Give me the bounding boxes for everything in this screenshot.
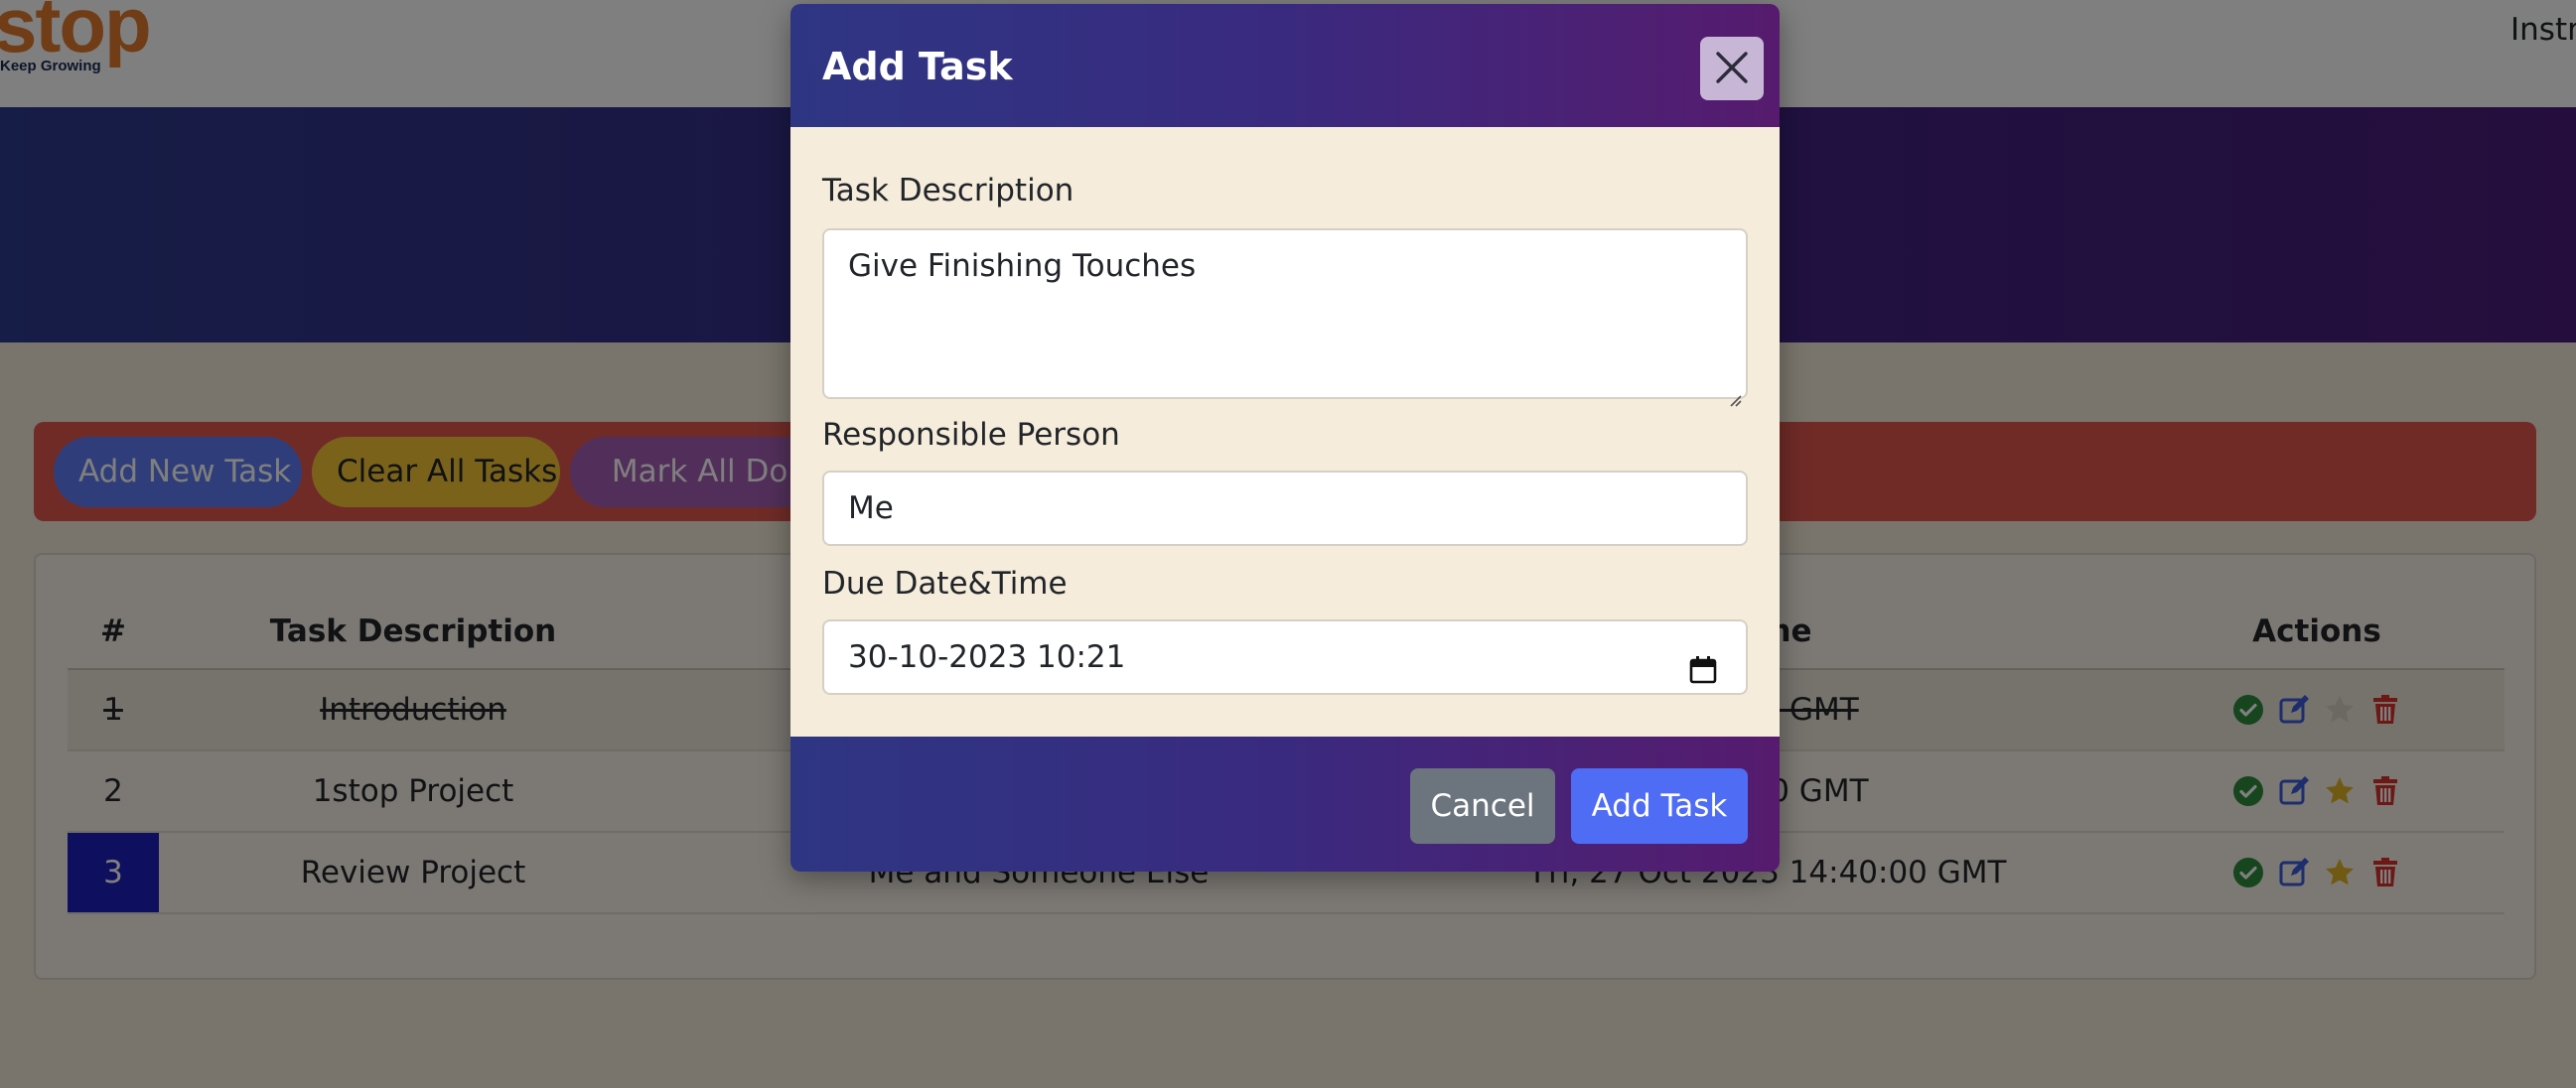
calendar-icon[interactable] xyxy=(1686,641,1720,684)
modal-body: Task Description Give Finishing Touches … xyxy=(790,127,1780,737)
modal-footer: Cancel Add Task xyxy=(790,737,1780,872)
cancel-button[interactable]: Cancel xyxy=(1410,768,1555,844)
task-description-textarea[interactable]: Give Finishing Touches xyxy=(822,228,1748,407)
responsible-person-label: Responsible Person xyxy=(822,417,1120,453)
task-description-value: Give Finishing Touches xyxy=(848,248,1197,284)
due-datetime-input[interactable]: 30-10-2023 10:21 xyxy=(822,619,1748,695)
resize-grip-icon[interactable] xyxy=(1728,379,1742,407)
add-task-submit-button[interactable]: Add Task xyxy=(1571,768,1748,844)
responsible-person-input[interactable]: Me xyxy=(822,471,1748,546)
due-date-label: Due Date&Time xyxy=(822,566,1068,602)
close-icon xyxy=(1714,50,1750,88)
modal-header: Add Task xyxy=(790,4,1780,127)
add-task-modal: Add Task Task Description Give Finishing… xyxy=(790,4,1780,872)
due-datetime-value: 30-10-2023 10:21 xyxy=(848,639,1126,675)
modal-title: Add Task xyxy=(822,45,1013,88)
task-description-label: Task Description xyxy=(822,173,1074,208)
responsible-person-value: Me xyxy=(848,490,894,526)
close-modal-button[interactable] xyxy=(1700,37,1764,100)
